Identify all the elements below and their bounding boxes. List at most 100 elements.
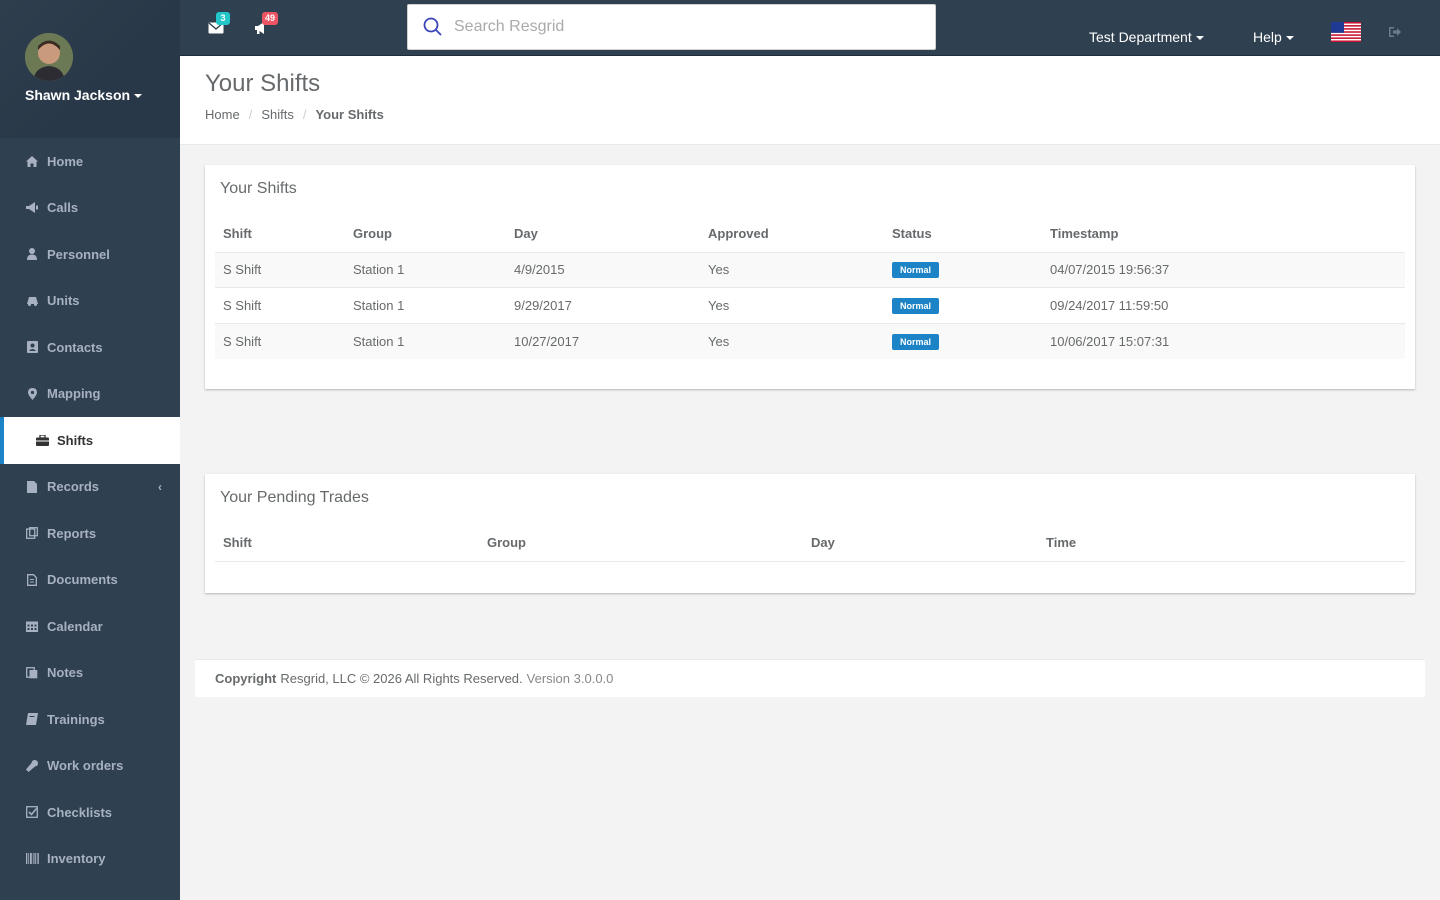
topbar: 3 49 Test Department Help (180, 0, 1440, 56)
sidebar-item-inventory[interactable]: Inventory (0, 836, 180, 883)
cell-shift: S Shift (215, 251, 345, 288)
column-header-timestamp: Timestamp (1042, 216, 1405, 253)
sidebar-item-reports[interactable]: Reports (0, 510, 180, 557)
us-flag-icon[interactable] (1331, 22, 1361, 42)
chevron-left-icon: ‹ (158, 479, 162, 494)
cell-status: Normal (884, 287, 1042, 323)
page-heading: Your Shifts Home / Shifts / Your Shifts (180, 56, 1440, 145)
column-header-shift: Shift (215, 216, 345, 253)
cell-group: Station 1 (345, 287, 506, 323)
avatar[interactable] (25, 33, 73, 81)
sidebar-item-label: Personnel (47, 246, 110, 262)
cell-group: Station 1 (345, 322, 506, 359)
pending-trades-table: Shift Group Day Time (215, 525, 1405, 562)
logout-icon[interactable] (1388, 25, 1402, 39)
truck-icon (25, 294, 39, 308)
cell-timestamp: 10/06/2017 15:07:31 (1042, 322, 1405, 359)
user-icon (25, 247, 39, 261)
sidebar-item-shifts[interactable]: Shifts (0, 417, 180, 464)
cell-shift: S Shift (215, 287, 345, 323)
help-dropdown[interactable]: Help (1253, 29, 1294, 45)
sidebar-item-calendar[interactable]: Calendar (0, 603, 180, 650)
cell-approved: Yes (700, 287, 884, 323)
sidebar-item-label: Shifts (57, 432, 94, 448)
cell-day: 10/27/2017 (506, 322, 700, 359)
sidebar-item-label: Records (47, 479, 100, 495)
table-row: S Shift Station 1 9/29/2017 Yes Normal 09/24/… (215, 287, 1405, 323)
sidebar-item-label: Documents (47, 572, 118, 588)
barcode-icon (25, 852, 39, 866)
status-badge: Normal (892, 333, 940, 350)
sidebar-item-label: Trainings (47, 711, 105, 727)
shifts-table: Shift Group Day Approved Status Timestam… (215, 216, 1405, 359)
sidebar-item-label: Units (47, 293, 80, 309)
version-text: Version 3.0.0.0 (526, 671, 614, 686)
column-header-group: Group (479, 525, 803, 562)
cell-timestamp: 04/07/2015 19:56:37 (1042, 251, 1405, 288)
sidebar-item-label: Reports (47, 525, 97, 541)
cell-day: 9/29/2017 (506, 287, 700, 323)
sidebar-item-trainings[interactable]: Trainings (0, 696, 180, 743)
column-header-day: Day (506, 216, 700, 253)
sidebar-item-label: Calendar (47, 618, 103, 634)
shifts-table-header: Shift Group Day Approved Status Timestam… (215, 216, 1405, 253)
report-icon (25, 526, 39, 540)
sidebar-item-calls[interactable]: Calls (0, 185, 180, 232)
address-book-icon (25, 340, 39, 354)
sidebar-item-label: Inventory (47, 851, 106, 867)
table-row: S Shift Station 1 4/9/2015 Yes Normal 04/07/2… (215, 251, 1405, 288)
messages-count-badge: 3 (216, 12, 230, 25)
messages-button[interactable]: 3 (208, 12, 230, 38)
cell-approved: Yes (700, 251, 884, 288)
cell-shift: S Shift (215, 322, 345, 359)
book-icon (25, 712, 39, 726)
breadcrumb-current: Your Shifts (315, 107, 384, 122)
page-title: Your Shifts (205, 70, 321, 97)
sidebar-item-home[interactable]: Home (0, 138, 180, 185)
sidebar-item-label: Contacts (47, 339, 103, 355)
column-header-shift: Shift (215, 525, 479, 562)
search-icon (423, 17, 442, 36)
chevron-down-icon (1285, 36, 1294, 41)
breadcrumb-shifts[interactable]: Shifts (261, 107, 294, 122)
column-header-day: Day (803, 525, 1038, 562)
sidebar: Shawn Jackson Home Calls Personnel Units Con… (0, 0, 180, 900)
profile-name[interactable]: Shawn Jackson (25, 87, 143, 103)
notes-icon (25, 666, 39, 680)
search-bar[interactable] (407, 4, 936, 50)
breadcrumb-home[interactable]: Home (205, 107, 240, 122)
chevron-down-icon (134, 94, 143, 99)
pending-trades-header: Shift Group Day Time (215, 525, 1405, 562)
home-icon (25, 154, 39, 168)
sidebar-item-documents[interactable]: Documents (0, 557, 180, 604)
department-dropdown[interactable]: Test Department (1089, 29, 1204, 45)
briefcase-icon (35, 433, 49, 447)
cell-approved: Yes (700, 322, 884, 359)
chevron-down-icon (1195, 36, 1204, 41)
calls-button[interactable]: 49 (254, 12, 279, 38)
sidebar-item-personnel[interactable]: Personnel (0, 231, 180, 278)
breadcrumb: Home / Shifts / Your Shifts (205, 107, 384, 122)
sidebar-item-label: Calls (47, 200, 79, 216)
footer: Copyright Resgrid, LLC © 2026 All Rights… (195, 659, 1425, 697)
sidebar-item-checklists[interactable]: Checklists (0, 789, 180, 836)
column-header-status: Status (884, 216, 1042, 253)
table-row: S Shift Station 1 10/27/2017 Yes Normal 10/06… (215, 322, 1405, 359)
pending-trades-title: Your Pending Trades (220, 489, 369, 506)
wrench-icon (25, 759, 39, 773)
sidebar-item-units[interactable]: Units (0, 278, 180, 325)
calls-count-badge: 49 (262, 12, 279, 25)
sidebar-item-notes[interactable]: Notes (0, 650, 180, 697)
shifts-panel: Your Shifts Shift Group Day Approved Sta… (205, 165, 1415, 389)
sidebar-item-work-orders[interactable]: Work orders (0, 743, 180, 790)
search-input[interactable] (454, 18, 904, 36)
shifts-panel-title: Your Shifts (220, 180, 297, 197)
sidebar-item-mapping[interactable]: Mapping (0, 371, 180, 418)
sidebar-item-records[interactable]: Records ‹ (0, 464, 180, 511)
sidebar-item-contacts[interactable]: Contacts (0, 324, 180, 371)
breadcrumb-separator: / (248, 107, 253, 122)
sidebar-item-label: Notes (47, 665, 84, 681)
calendar-icon (25, 619, 39, 633)
sidebar-item-label: Mapping (47, 386, 101, 402)
copyright-label: Copyright (215, 671, 277, 686)
